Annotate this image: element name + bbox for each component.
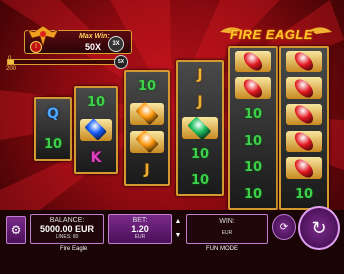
gem-stone [291,129,317,154]
red-gem-symbol [281,48,327,75]
gem-stone [291,75,317,101]
gem-stone [240,75,266,101]
bet-stepper: ▲ ▼ [172,214,184,242]
balance-value: 5000.00 [39,224,73,234]
bet-label: BET: [132,217,148,224]
win-currency: EUR [221,230,233,236]
symbol-ten: 10 [190,173,210,189]
green-gem-icon [182,116,218,140]
reel-4: J J 10 10 [176,60,224,196]
balance-label: BALANCE: [49,217,85,224]
spin-icon: ↻ [311,217,327,238]
reel-1: Q 10 [34,97,72,161]
red-gem-symbol [281,101,327,128]
bet-panel[interactable]: BET: 1.20 EUR [108,214,172,244]
symbol-ten: 10 [243,133,263,149]
red-gem-icon [285,75,323,101]
gem-stone [188,116,212,140]
balance-panel: BALANCE: 5000.00 EUR LINES: 80 [30,214,104,244]
symbol-ten: 10 [294,187,314,203]
red-gem-symbol [281,75,327,102]
progress-fill [8,60,14,64]
game-name: Fire Eagle [60,246,88,252]
symbol-ten: 10 [137,78,157,94]
gem-stone [135,130,159,154]
reel-5: 10 10 10 10 [228,46,278,210]
bet-level-badge: 3X [108,36,124,52]
red-gem-symbol [230,48,276,75]
symbol-ten: 10 [190,146,210,162]
symbol-j: J [197,67,203,84]
red-gem-symbol [281,128,327,155]
gem-stone [291,49,317,74]
gear-icon: ⚙ [10,223,22,237]
red-gem-icon [285,129,323,154]
settings-button[interactable]: ⚙ [6,216,26,244]
win-label: WIN: [219,218,235,225]
symbol-j: J [144,162,150,178]
win-progress-bar [7,59,127,65]
multiplier-badge: 5X [114,55,128,69]
lines-label: LINES: 80 [55,234,79,240]
reel-6: 10 [279,46,329,210]
symbol-ten: 10 [43,136,63,152]
bet-currency: EUR [134,234,146,240]
autoplay-button[interactable]: ⟳ [272,214,296,240]
orange-gem-symbol [126,128,168,156]
info-pin-icon[interactable]: ! [30,41,42,53]
orange-gem-icon [130,130,164,154]
bet-decrease-button[interactable]: ▼ [172,228,184,242]
symbol-k: K [90,150,102,166]
red-gem-icon [234,75,272,101]
reel-3: 10 J [124,70,170,186]
gem-stone [240,49,266,74]
gem-stone [84,118,108,142]
gem-stone [291,102,317,127]
symbol-ten: 10 [243,187,263,203]
blue-gem-icon [80,118,112,142]
orange-gem-icon [130,102,164,126]
blue-gem-symbol [76,116,116,144]
red-gem-icon [285,102,323,127]
spin-button[interactable]: ↻ [298,206,340,250]
reel-2: 10 K [74,86,118,174]
symbol-ten: 10 [243,160,263,176]
autoplay-icon: ⟳ [279,221,289,233]
bet-value: 1.20 [131,224,149,234]
red-gem-icon [285,155,323,181]
red-gem-icon [234,49,272,74]
game-logo: FIRE EAGLE [230,27,314,42]
mode-label: FUN MODE [206,246,238,252]
orange-gem-symbol [126,100,168,128]
red-gem-symbol [230,75,276,102]
symbol-j: J [197,93,203,110]
red-gem-symbol [281,155,327,182]
gem-stone [135,102,159,126]
green-gem-symbol [178,115,222,141]
win-panel: WIN: EUR [186,214,268,244]
gem-stone [291,155,317,181]
balance-currency: EUR [75,224,95,234]
symbol-q: Q [47,106,59,122]
symbol-ten: 10 [243,107,263,123]
max-win-label: Max Win: [79,33,110,40]
progress-max: 200 [6,66,17,72]
red-gem-icon [285,49,323,74]
bet-increase-button[interactable]: ▲ [172,214,184,228]
max-win-value: 50X [85,42,102,52]
symbol-ten: 10 [86,94,106,110]
